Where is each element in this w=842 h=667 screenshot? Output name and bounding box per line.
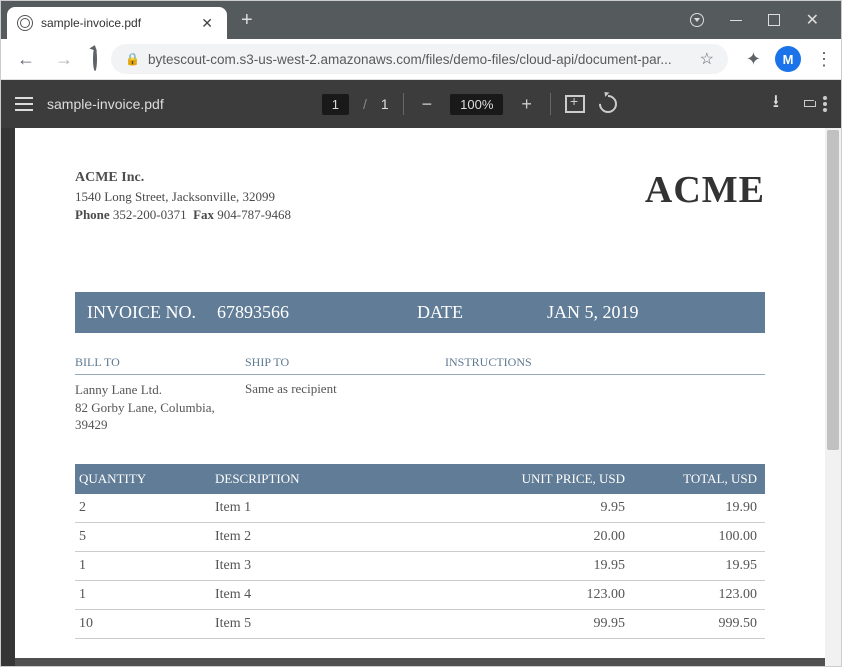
browser-tab[interactable]: sample-invoice.pdf ✕ <box>7 7 227 39</box>
billto-address: 82 Gorby Lane, Columbia, 39429 <box>75 400 215 433</box>
fit-page-icon[interactable] <box>565 95 585 113</box>
url-text: bytescout-com.s3-us-west-2.amazonaws.com… <box>148 52 692 67</box>
zoom-level[interactable]: 100% <box>450 94 503 115</box>
pdf-toolbar: sample-invoice.pdf 1 / 1 − 100% + ⭳ <box>1 80 841 128</box>
company-name: ACME Inc. <box>75 168 291 188</box>
menu-dots-icon[interactable]: ⋮ <box>815 49 831 70</box>
page-number-input[interactable]: 1 <box>322 94 349 115</box>
col-description: DESCRIPTION <box>215 471 465 487</box>
back-button[interactable]: ← <box>11 45 41 74</box>
forward-button: → <box>49 45 79 74</box>
col-quantity: QUANTITY <box>79 471 215 487</box>
phone-label: Phone <box>75 207 110 222</box>
extensions-icon[interactable]: ✦ <box>746 49 761 70</box>
window-controls: ✕ <box>690 10 841 30</box>
new-tab-button[interactable]: + <box>241 9 253 32</box>
table-row: 1 Item 3 19.95 19.95 <box>75 552 765 581</box>
globe-icon <box>17 15 33 31</box>
scrollbar-thumb[interactable] <box>827 130 839 450</box>
left-gutter <box>1 128 15 666</box>
zoom-in-button[interactable]: + <box>517 94 536 115</box>
hamburger-icon[interactable] <box>15 97 33 111</box>
section-headers: BILL TO SHIP TO INSTRUCTIONS <box>75 355 765 375</box>
invoice-number-value: 67893566 <box>217 302 417 323</box>
toolbar-divider <box>550 93 551 115</box>
pdf-filename: sample-invoice.pdf <box>47 96 164 112</box>
pdf-page: ACME Inc. 1540 Long Street, Jacksonville… <box>15 128 825 658</box>
table-row: 10 Item 5 99.95 999.50 <box>75 610 765 639</box>
company-block: ACME Inc. 1540 Long Street, Jacksonville… <box>75 168 291 224</box>
company-logo: ACME <box>645 168 765 212</box>
titlebar: sample-invoice.pdf ✕ + ✕ <box>1 1 841 39</box>
phone-value: 352-200-0371 <box>113 207 187 222</box>
items-table: QUANTITY DESCRIPTION UNIT PRICE, USD TOT… <box>75 464 765 639</box>
profile-avatar[interactable]: M <box>775 46 801 72</box>
rotate-icon[interactable] <box>595 91 620 116</box>
table-row: 5 Item 2 20.00 100.00 <box>75 523 765 552</box>
billto-name: Lanny Lane Ltd. <box>75 382 162 397</box>
instructions-label: INSTRUCTIONS <box>445 355 765 370</box>
fax-label: Fax <box>193 207 214 222</box>
col-total: TOTAL, USD <box>625 471 761 487</box>
billto-label: BILL TO <box>75 355 245 370</box>
page-separator: / <box>363 96 367 112</box>
lock-icon: 🔒 <box>125 52 140 66</box>
close-window-button[interactable]: ✕ <box>806 10 819 30</box>
url-box[interactable]: 🔒 bytescout-com.s3-us-west-2.amazonaws.c… <box>111 44 728 74</box>
table-row: 2 Item 1 9.95 19.90 <box>75 494 765 523</box>
close-icon[interactable]: ✕ <box>197 15 217 32</box>
col-unit-price: UNIT PRICE, USD <box>465 471 625 487</box>
tab-title: sample-invoice.pdf <box>41 16 189 30</box>
reload-button[interactable] <box>87 45 103 74</box>
address-bar-row: ← → 🔒 bytescout-com.s3-us-west-2.amazona… <box>1 39 841 80</box>
account-dropdown-icon[interactable] <box>690 13 704 27</box>
date-label: DATE <box>417 302 547 323</box>
download-icon[interactable]: ⭳ <box>773 89 779 119</box>
fax-value: 904-787-9468 <box>217 207 291 222</box>
more-options-icon[interactable] <box>823 96 827 112</box>
shipto-label: SHIP TO <box>245 355 445 370</box>
page-total: 1 <box>381 96 389 112</box>
toolbar-right: ✦ M ⋮ <box>736 46 831 72</box>
shipto-value: Same as recipient <box>245 381 445 434</box>
zoom-out-button[interactable]: − <box>418 94 437 115</box>
section-values: Lanny Lane Ltd. 82 Gorby Lane, Columbia,… <box>75 381 765 434</box>
vertical-scrollbar[interactable] <box>825 128 841 666</box>
date-value: JAN 5, 2019 <box>547 302 747 323</box>
maximize-button[interactable] <box>768 14 780 26</box>
minimize-button[interactable] <box>730 20 742 21</box>
company-address: 1540 Long Street, Jacksonville, 32099 <box>75 188 291 206</box>
instructions-value <box>445 381 765 434</box>
invoice-banner: INVOICE NO. 67893566 DATE JAN 5, 2019 <box>75 292 765 333</box>
bookmark-star-icon[interactable]: ☆ <box>700 49 714 69</box>
items-header-row: QUANTITY DESCRIPTION UNIT PRICE, USD TOT… <box>75 464 765 494</box>
browser-window: sample-invoice.pdf ✕ + ✕ ← → 🔒 bytescout… <box>0 0 842 667</box>
page-area[interactable]: ACME Inc. 1540 Long Street, Jacksonville… <box>15 128 825 666</box>
invoice-number-label: INVOICE NO. <box>87 302 217 323</box>
table-row: 1 Item 4 123.00 123.00 <box>75 581 765 610</box>
pdf-viewport: ACME Inc. 1540 Long Street, Jacksonville… <box>1 128 841 666</box>
toolbar-divider <box>403 93 404 115</box>
